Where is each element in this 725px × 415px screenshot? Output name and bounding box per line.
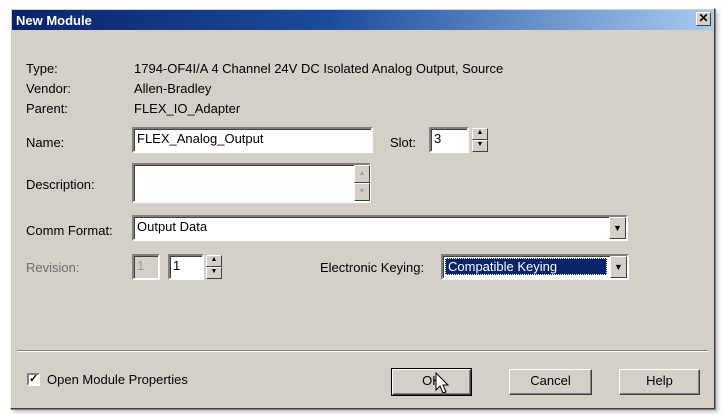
title-bar[interactable]: New Module ✕	[12, 10, 713, 30]
parent-value: FLEX_IO_Adapter	[134, 101, 241, 116]
open-module-properties-checkbox[interactable]: ✓	[27, 373, 40, 386]
comm-format-select[interactable]: Output Data	[132, 215, 628, 241]
vendor-label: Vendor:	[26, 81, 71, 96]
open-module-properties-label[interactable]: Open Module Properties	[47, 372, 188, 387]
help-button[interactable]: Help	[619, 369, 700, 395]
new-module-dialog: New Module ✕ Type: 1794-OF4I/A 4 Channel…	[10, 8, 715, 409]
ok-button[interactable]: OK	[391, 368, 472, 396]
comm-format-label: Comm Format:	[26, 223, 113, 238]
description-label: Description:	[26, 177, 95, 192]
close-icon: ✕	[698, 11, 709, 25]
cancel-button[interactable]: Cancel	[509, 369, 592, 395]
description-scrollbar[interactable]: ▲ ▼	[354, 165, 370, 201]
separator	[17, 350, 708, 352]
spin-up-icon[interactable]: ▲	[206, 255, 222, 267]
comm-format-dropdown-icon[interactable]: ▼	[609, 217, 626, 239]
type-label: Type:	[26, 61, 58, 76]
slot-label: Slot:	[390, 135, 417, 150]
electronic-keying-label: Electronic Keying:	[320, 260, 425, 275]
description-input[interactable]	[132, 163, 371, 203]
parent-label: Parent:	[26, 101, 68, 116]
revision-major-input: 1	[132, 254, 160, 280]
revision-spinner[interactable]: ▲ ▼	[206, 255, 222, 279]
scroll-down-icon[interactable]: ▼	[354, 183, 370, 201]
scroll-up-icon[interactable]: ▲	[354, 165, 370, 183]
name-input[interactable]: FLEX_Analog_Output	[132, 127, 373, 153]
electronic-keying-select[interactable]: Compatible Keying	[441, 254, 629, 280]
spin-down-icon[interactable]: ▼	[206, 267, 222, 279]
mouse-pointer-icon	[435, 372, 450, 394]
spin-down-icon[interactable]: ▼	[472, 140, 488, 152]
vendor-value: Allen-Bradley	[134, 81, 212, 96]
type-value: 1794-OF4I/A 4 Channel 24V DC Isolated An…	[134, 61, 504, 76]
slot-spinner[interactable]: ▲ ▼	[472, 128, 488, 152]
revision-label: Revision:	[26, 260, 80, 275]
revision-minor-input[interactable]: 1	[168, 254, 204, 280]
name-label: Name:	[26, 135, 65, 150]
electronic-keying-dropdown-icon[interactable]: ▼	[610, 256, 627, 278]
electronic-keying-value: Compatible Keying	[445, 258, 607, 275]
spin-up-icon[interactable]: ▲	[472, 128, 488, 140]
slot-input[interactable]: 3	[429, 127, 469, 153]
close-button[interactable]: ✕	[696, 12, 711, 26]
window-title: New Module	[16, 13, 92, 28]
